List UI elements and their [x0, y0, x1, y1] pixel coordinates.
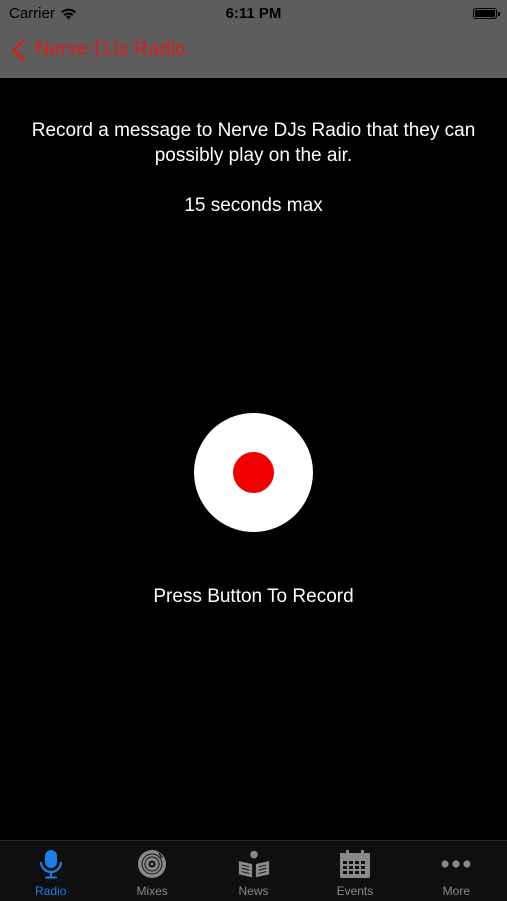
intro-text: Record a message to Nerve DJs Radio that… — [31, 120, 476, 166]
record-instruction: Press Button To Record — [153, 586, 354, 607]
tab-mixes[interactable]: Mixes — [101, 841, 202, 901]
max-duration-text: 15 seconds max — [184, 195, 323, 216]
calendar-icon — [338, 848, 372, 880]
battery-icon — [473, 8, 500, 19]
microphone-icon — [34, 848, 68, 880]
record-button[interactable] — [194, 413, 313, 532]
chevron-left-icon — [12, 39, 25, 60]
top-bar-area: Carrier 6:11 PM Nerve DJs Radio — [0, 0, 507, 78]
back-button[interactable]: Nerve DJs Radio — [12, 38, 186, 61]
tab-events-label: Events — [336, 884, 374, 898]
status-time: 6:11 PM — [225, 5, 282, 22]
tab-bar: Radio Mixes News Events More — [0, 840, 507, 901]
more-dots-icon — [439, 848, 473, 880]
vinyl-record-icon — [135, 848, 169, 880]
tab-radio[interactable]: Radio — [0, 841, 101, 901]
tab-more-label: More — [442, 884, 470, 898]
record-message-screen: Record a message to Nerve DJs Radio that… — [0, 78, 507, 840]
back-button-label: Nerve DJs Radio — [35, 38, 187, 60]
record-dot-icon — [233, 452, 274, 493]
tab-events[interactable]: Events — [304, 841, 405, 901]
newspaper-icon — [237, 848, 271, 880]
tab-news[interactable]: News — [203, 841, 304, 901]
tab-more[interactable]: More — [406, 841, 507, 901]
tab-news-label: News — [238, 884, 269, 898]
tab-mixes-label: Mixes — [136, 884, 168, 898]
status-bar: Carrier 6:11 PM — [0, 0, 507, 28]
navigation-bar: Nerve DJs Radio — [0, 28, 507, 78]
tab-radio-label: Radio — [35, 884, 67, 898]
